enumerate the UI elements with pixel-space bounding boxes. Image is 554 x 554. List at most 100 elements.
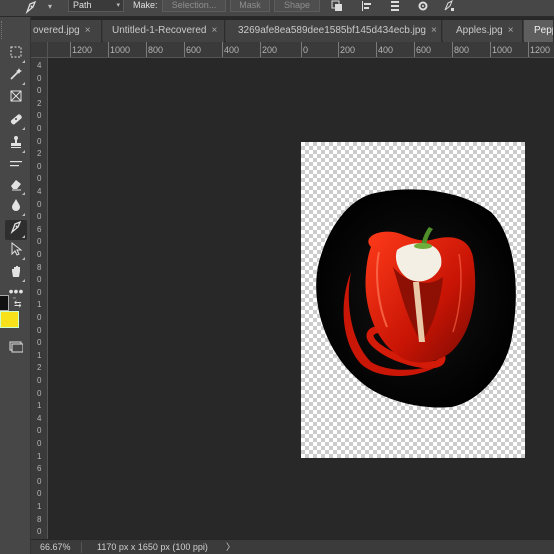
make-selection-button[interactable]: Selection... [162, 0, 226, 12]
ruler-label: 0 [37, 136, 42, 146]
chevron-down-icon: ▾ [116, 2, 120, 9]
path-arrangement-icon[interactable] [388, 0, 402, 14]
make-label: Make: [133, 0, 158, 10]
ruler-label: 0 [37, 313, 42, 322]
status-menu-arrow-icon[interactable]: 〉 [226, 540, 235, 554]
ruler-label: 1 [37, 300, 42, 310]
auto-add-delete-icon[interactable] [442, 0, 456, 14]
make-shape-button[interactable]: Shape [274, 0, 320, 12]
ruler-label: 800 [148, 45, 164, 55]
ruler-label: 8 [37, 514, 42, 524]
ruler-label: 800 [454, 45, 470, 55]
tab-label: 3269afe8ea589dee1585bf145d434ecb.jpg [238, 25, 426, 36]
ruler-label: 0 [37, 250, 42, 259]
ruler-label: 0 [37, 527, 42, 537]
tab-document[interactable]: Untitled-1-Recovered × [103, 20, 225, 42]
path-selection-icon[interactable] [5, 241, 27, 262]
ruler-label: 8 [37, 262, 42, 272]
healing-brush-icon[interactable] [5, 112, 27, 132]
tab-label: Apples.jpg [456, 25, 503, 36]
document-canvas[interactable] [301, 142, 525, 458]
close-icon[interactable]: × [431, 25, 437, 36]
blur-drop-icon[interactable] [5, 198, 27, 218]
ruler-label: 200 [340, 45, 356, 55]
ruler-label: 1 [37, 350, 42, 360]
ruler-label: 0 [303, 45, 309, 55]
panel-grip[interactable] [1, 21, 3, 39]
document-tab-bar: overed.jpg × Untitled-1-Recovered × 3269af… [31, 20, 554, 42]
ruler-label: 0 [37, 161, 42, 171]
foreground-color-swatch[interactable] [0, 295, 9, 311]
ruler-label: 1 [37, 451, 42, 461]
ruler-label: 0 [37, 338, 42, 348]
close-icon[interactable]: × [508, 25, 514, 36]
ruler-label: 400 [378, 45, 394, 55]
ruler-label: 0 [37, 325, 42, 335]
pen-tool-icon[interactable] [24, 0, 46, 16]
close-icon[interactable]: × [212, 25, 218, 36]
frame-icon[interactable] [5, 89, 27, 109]
tools-panel: ••• ▫ ⇆ [0, 17, 31, 554]
ruler-label: 1000 [492, 45, 513, 55]
ruler-label: 0 [37, 124, 42, 133]
ruler-label: 0 [37, 73, 42, 83]
path-alignment-icon[interactable] [360, 0, 374, 14]
horizontal-ruler[interactable]: 1200 1000 800 600 400 200 0 200 400 600 … [48, 42, 554, 58]
tab-document[interactable]: 3269afe8ea589dee1585bf145d434ecb.jpg × [226, 20, 442, 42]
ruler-label: 400 [224, 45, 240, 55]
hand-icon[interactable] [5, 264, 27, 284]
ruler-label: 4 [37, 413, 42, 423]
ruler-label: 0 [37, 111, 42, 121]
screen-mode-icon[interactable] [5, 339, 27, 359]
ruler-label: 0 [37, 86, 42, 96]
tab-label: Untitled-1-Recovered [112, 25, 207, 36]
ruler-label: 2 [37, 98, 42, 108]
ruler-label: 0 [37, 376, 42, 385]
pen-tool-icon[interactable] [5, 220, 27, 240]
ruler-label: 6 [37, 464, 42, 474]
clone-stamp-icon[interactable] [5, 135, 27, 155]
divider [81, 542, 82, 553]
chevron-down-icon[interactable]: ▾ [48, 2, 52, 11]
ruler-label: 0 [37, 287, 42, 297]
ruler-label: 0 [37, 275, 42, 285]
history-brush-icon[interactable] [5, 157, 27, 177]
magic-wand-icon[interactable] [5, 67, 27, 87]
tab-label: overed.jpg [33, 25, 80, 36]
swap-colors-icon[interactable]: ⇆ [14, 299, 22, 310]
ruler-label: 2 [37, 149, 42, 159]
path-operations-icon[interactable] [330, 0, 344, 14]
options-bar: ▾ Path ▾ Make: Selection... Mask Shape [0, 0, 554, 17]
status-bar: 66.67% 1170 px x 1650 px (100 ppi) 〉 [31, 539, 554, 554]
ruler-label: 200 [262, 45, 278, 55]
ruler-label: 1000 [110, 45, 131, 55]
close-icon[interactable]: × [85, 25, 91, 36]
ruler-origin[interactable] [31, 42, 48, 58]
ruler-label: 0 [37, 212, 42, 222]
ruler-label: 1 [37, 401, 42, 411]
vertical-ruler[interactable]: 400200020040060080010001200140016001800 [31, 42, 48, 539]
ruler-label: 6 [37, 224, 42, 234]
eraser-icon[interactable] [5, 177, 27, 197]
zoom-level[interactable]: 66.67% [40, 540, 71, 554]
ruler-label: 4 [37, 187, 42, 196]
ruler-label: 0 [37, 439, 42, 448]
background-color-swatch[interactable] [0, 311, 19, 328]
ruler-label: 2 [37, 363, 42, 373]
ruler-label: 0 [37, 199, 42, 209]
tool-mode-select[interactable]: Path ▾ [68, 0, 124, 12]
make-mask-button[interactable]: Mask [230, 0, 270, 12]
tab-label: Peppe [534, 25, 553, 36]
tab-active-document[interactable]: Peppe [524, 20, 554, 42]
marquee-icon[interactable] [5, 45, 27, 65]
gear-icon[interactable] [416, 0, 430, 14]
tab-document[interactable]: overed.jpg × [31, 20, 102, 42]
ruler-label: 0 [37, 426, 42, 436]
tool-mode-value: Path [73, 0, 92, 10]
ruler-label: 0 [37, 388, 42, 398]
tab-document[interactable]: Apples.jpg × [443, 20, 523, 42]
red-pepper-image [316, 189, 516, 408]
ruler-label: 0 [37, 489, 42, 499]
ruler-label: 0 [37, 174, 42, 184]
ruler-label: 4 [37, 61, 42, 70]
